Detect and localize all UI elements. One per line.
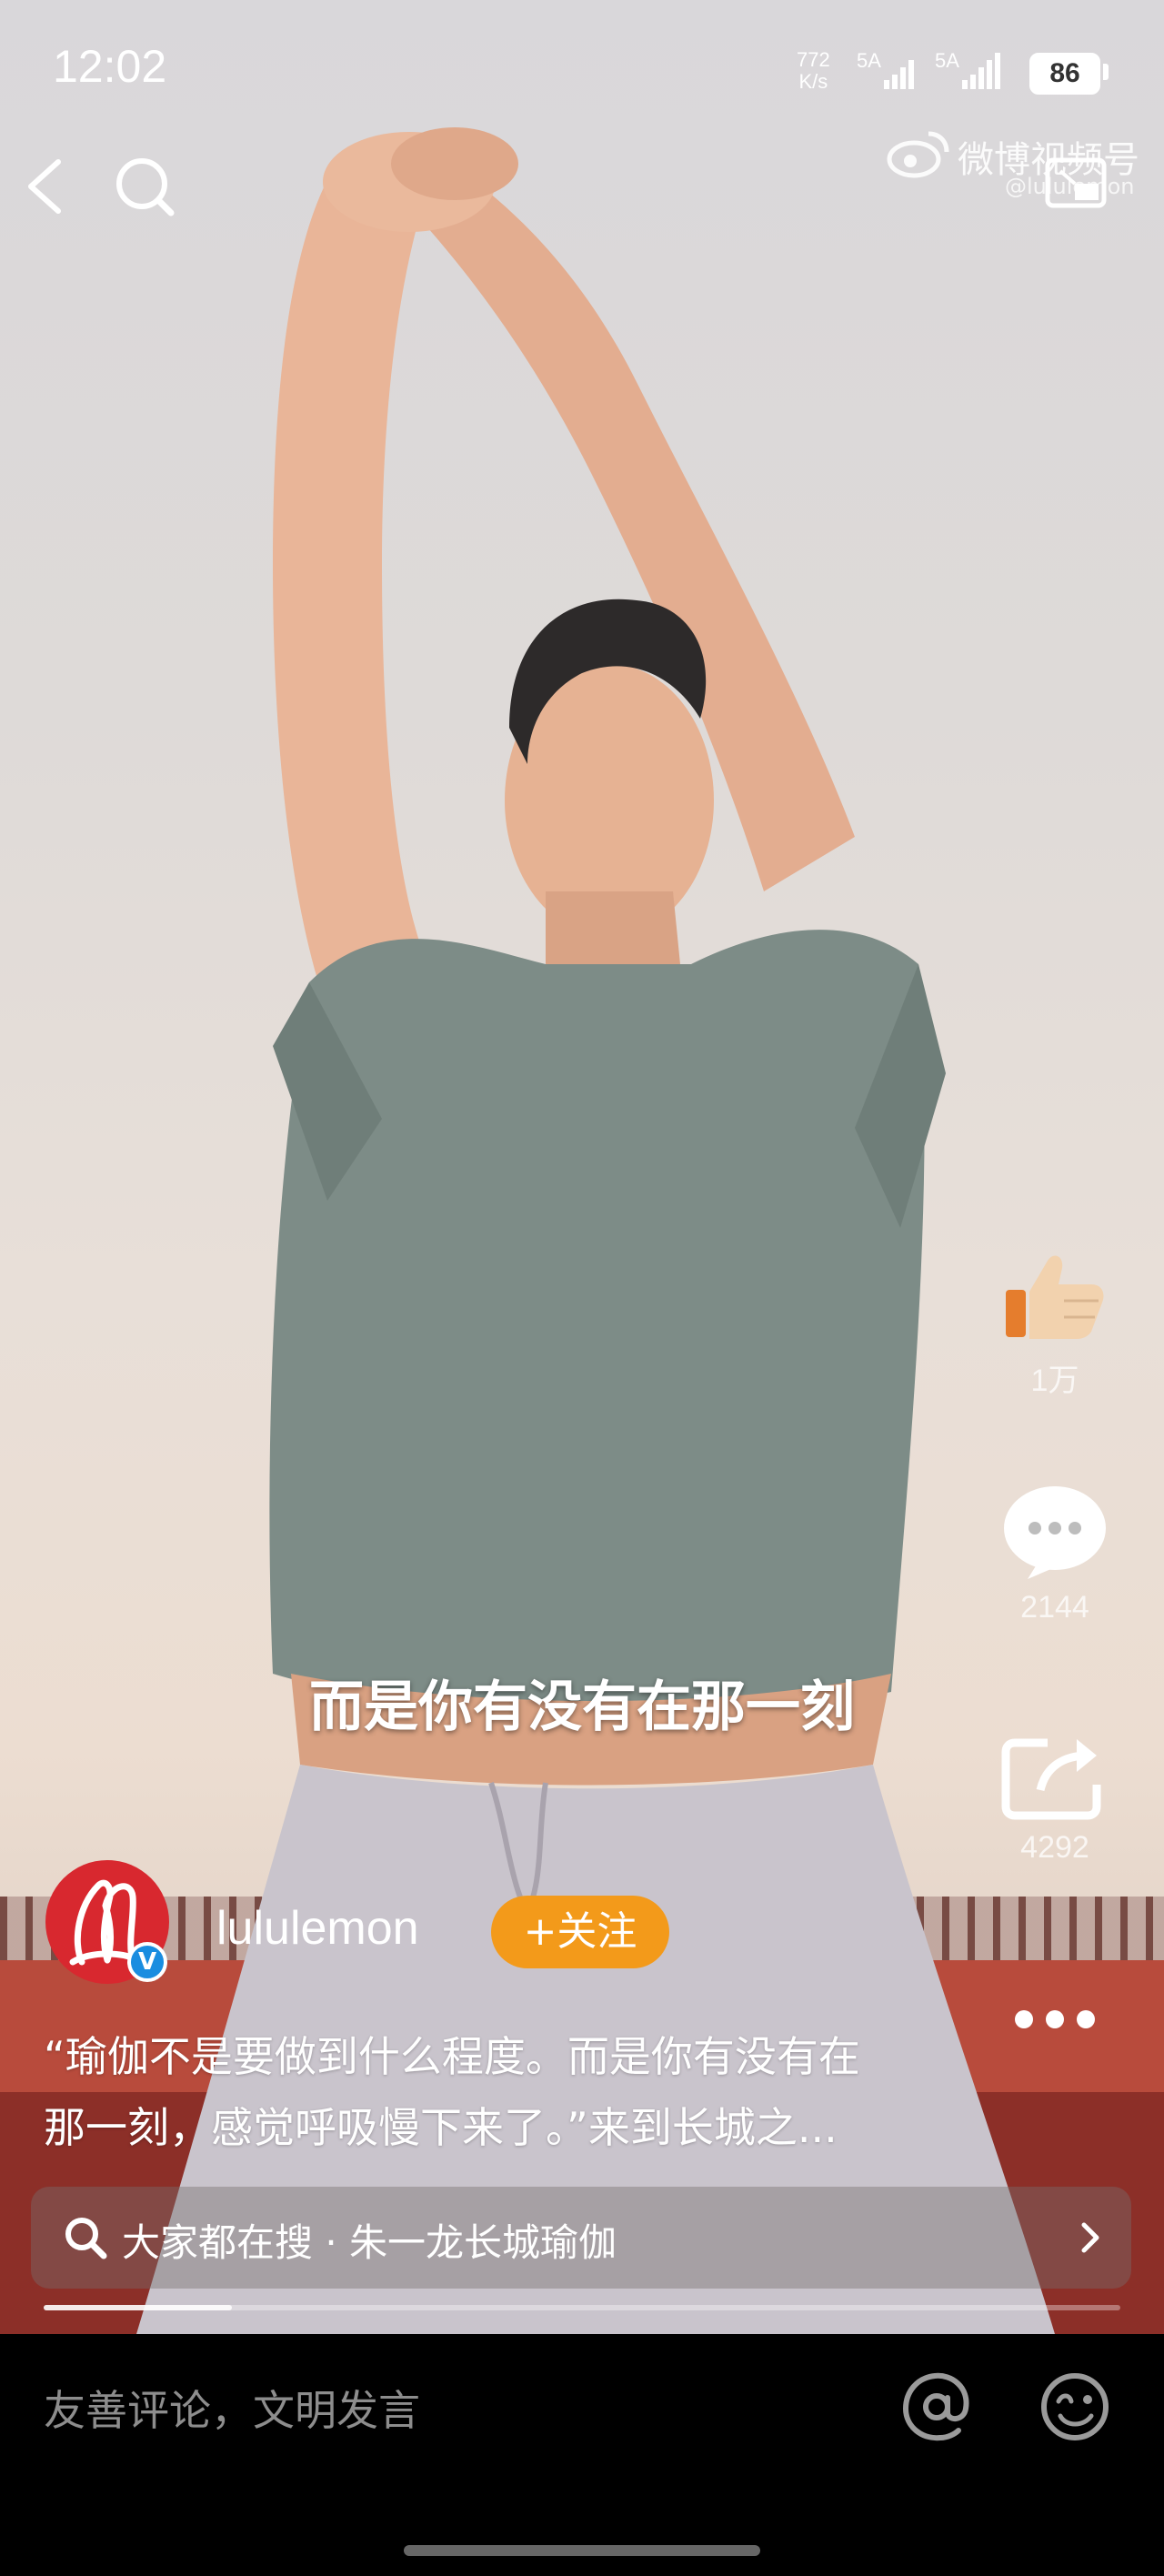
video-person-figure [136, 127, 1055, 2334]
comment-count: 2144 [1020, 1590, 1089, 1625]
caption-line-1: “瑜伽不是要做到什么程度。而是你有没有在 [44, 2032, 860, 2081]
video-frame[interactable] [0, 0, 1164, 2334]
network-speed-unit: K/s [798, 70, 828, 93]
emoji-button[interactable] [1039, 2370, 1111, 2443]
video-caption[interactable]: “瑜伽不是要做到什么程度。而是你有没有在 那一刻，感觉呼吸慢下来了。”来到长城之… [44, 2021, 998, 2163]
share-icon [1001, 1738, 1101, 1820]
at-icon [902, 2372, 969, 2441]
pip-button[interactable] [1044, 156, 1108, 215]
sim2-signal-icon: 5A [935, 49, 1017, 95]
more-options-button[interactable] [1009, 2001, 1100, 2038]
status-time: 12:02 [53, 41, 167, 92]
video-progress-fill [44, 2305, 233, 2310]
like-count: 1万 [1030, 1363, 1079, 1398]
search-icon [65, 2218, 107, 2259]
share-button[interactable]: 4292 [1000, 1730, 1109, 1866]
share-count: 4292 [1020, 1830, 1089, 1865]
video-progress-bar[interactable] [44, 2305, 1120, 2310]
trending-search-bar[interactable]: 大家都在搜 · 朱一龙长城瑜伽 [31, 2187, 1131, 2289]
search-button[interactable] [113, 155, 176, 218]
home-indicator[interactable] [404, 2545, 760, 2556]
back-arrow-icon [28, 159, 61, 214]
trending-search-text: 大家都在搜 · 朱一龙长城瑜伽 [122, 2220, 617, 2265]
sim1-signal-icon: 5A [857, 49, 920, 95]
back-button[interactable] [13, 155, 76, 218]
comment-bubble-icon [1004, 1486, 1106, 1579]
video-subtitle: 而是你有没有在那一刻 [309, 1675, 855, 1739]
search-icon [116, 158, 175, 216]
emoji-icon [1041, 2373, 1109, 2440]
thumbs-up-icon [1006, 1255, 1104, 1339]
comment-button[interactable]: 2144 [1000, 1481, 1109, 1625]
mention-button[interactable] [900, 2370, 973, 2443]
weibo-logo-icon [887, 131, 949, 178]
verified-badge: V [127, 1942, 167, 1982]
status-bar: 12:02 772 K/s 5A 5A 86 [0, 0, 1164, 127]
network-speed-value: 772 [797, 48, 830, 71]
comment-bar: 友善评论，文明发言 [0, 2334, 1164, 2576]
network-speed: 772 K/s [797, 49, 830, 93]
battery-indicator: 86 [1029, 53, 1100, 95]
author-name[interactable]: lululemon [216, 1901, 419, 1956]
caption-line-2: 那一刻，感觉呼吸慢下来了。”来到长城之... [44, 2103, 838, 2152]
pip-icon [1045, 157, 1107, 208]
video-player-screen: 12:02 772 K/s 5A 5A 86 微博视频号 @lululemon … [0, 0, 1164, 2576]
like-button[interactable]: 1万 [1000, 1237, 1109, 1400]
chevron-right-icon [1081, 2222, 1099, 2253]
battery-tip [1103, 64, 1109, 80]
comment-input[interactable]: 友善评论，文明发言 [44, 2378, 420, 2438]
follow-button[interactable]: +关注 [491, 1896, 669, 1968]
